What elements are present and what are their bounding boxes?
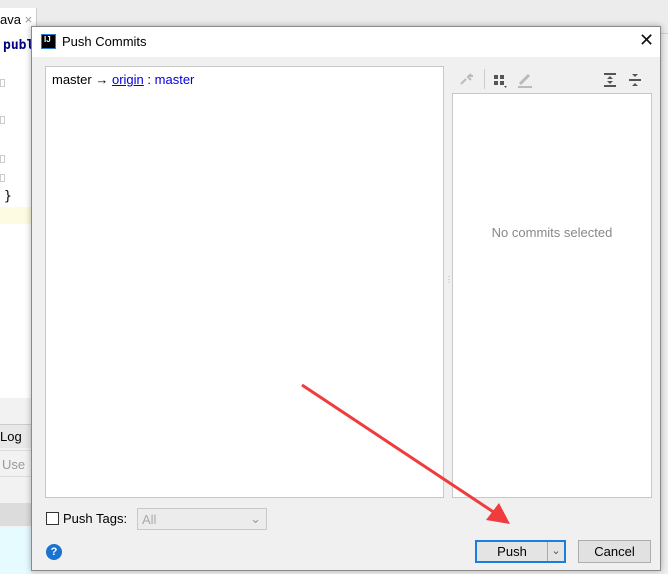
local-branch: master [52, 72, 92, 87]
group-by-icon[interactable] [491, 71, 509, 89]
push-tags-checkbox[interactable] [46, 512, 59, 525]
arrow-icon: → [95, 72, 109, 87]
dialog-title: Push Commits [62, 34, 147, 49]
log-selected-row[interactable] [0, 527, 31, 574]
log-header [0, 503, 31, 526]
intellij-logo-icon: IJ [41, 34, 56, 49]
cancel-button[interactable]: Cancel [578, 540, 651, 563]
push-tags-label[interactable]: Push Tags: [63, 511, 127, 526]
log-filter[interactable]: Use [0, 450, 31, 477]
push-tags-dropdown[interactable]: All ⌄ [137, 508, 267, 530]
code-line: publ [3, 38, 35, 53]
code-line: } [4, 189, 12, 204]
ide-right-edge [661, 34, 668, 574]
help-icon[interactable]: ? [46, 544, 62, 560]
tab-label: ava [0, 12, 21, 27]
dialog-title-bar: IJ Push Commits ✕ [32, 27, 660, 57]
fold-marker-icon[interactable] [0, 155, 5, 163]
push-tags-value: All [142, 512, 157, 527]
collapse-all-icon[interactable] [626, 71, 644, 89]
push-options-chevron-icon[interactable]: ⌄ [547, 542, 564, 561]
cherry-pick-icon[interactable] [458, 71, 476, 89]
splitter-handle[interactable]: ⋮ [445, 275, 453, 284]
log-tab[interactable]: Log [0, 424, 31, 448]
fold-marker-icon[interactable] [0, 116, 5, 124]
commit-details-panel: No commits selected [452, 93, 652, 498]
remote-link[interactable]: origin [112, 72, 144, 87]
fold-marker-icon[interactable] [0, 79, 5, 87]
edit-icon[interactable] [516, 71, 534, 89]
push-commits-dialog: IJ Push Commits ✕ master → origin : mast… [31, 26, 661, 571]
toolbar-separator [484, 69, 485, 89]
separator: : [147, 72, 152, 87]
empty-state-text: No commits selected [491, 225, 613, 240]
remote-branch[interactable]: master [155, 72, 195, 87]
push-button[interactable]: Push ⌄ [475, 540, 566, 563]
close-icon[interactable]: ✕ [639, 30, 654, 51]
branch-row[interactable]: master → origin : master [52, 72, 194, 87]
tab-close-icon[interactable]: × [25, 12, 33, 27]
chevron-down-icon: ⌄ [250, 511, 261, 526]
expand-all-icon[interactable] [601, 71, 619, 89]
fold-marker-icon[interactable] [0, 174, 5, 182]
current-line-highlight [0, 207, 31, 224]
push-button-label[interactable]: Push [477, 544, 547, 559]
push-targets-tree[interactable]: master → origin : master [45, 66, 444, 498]
